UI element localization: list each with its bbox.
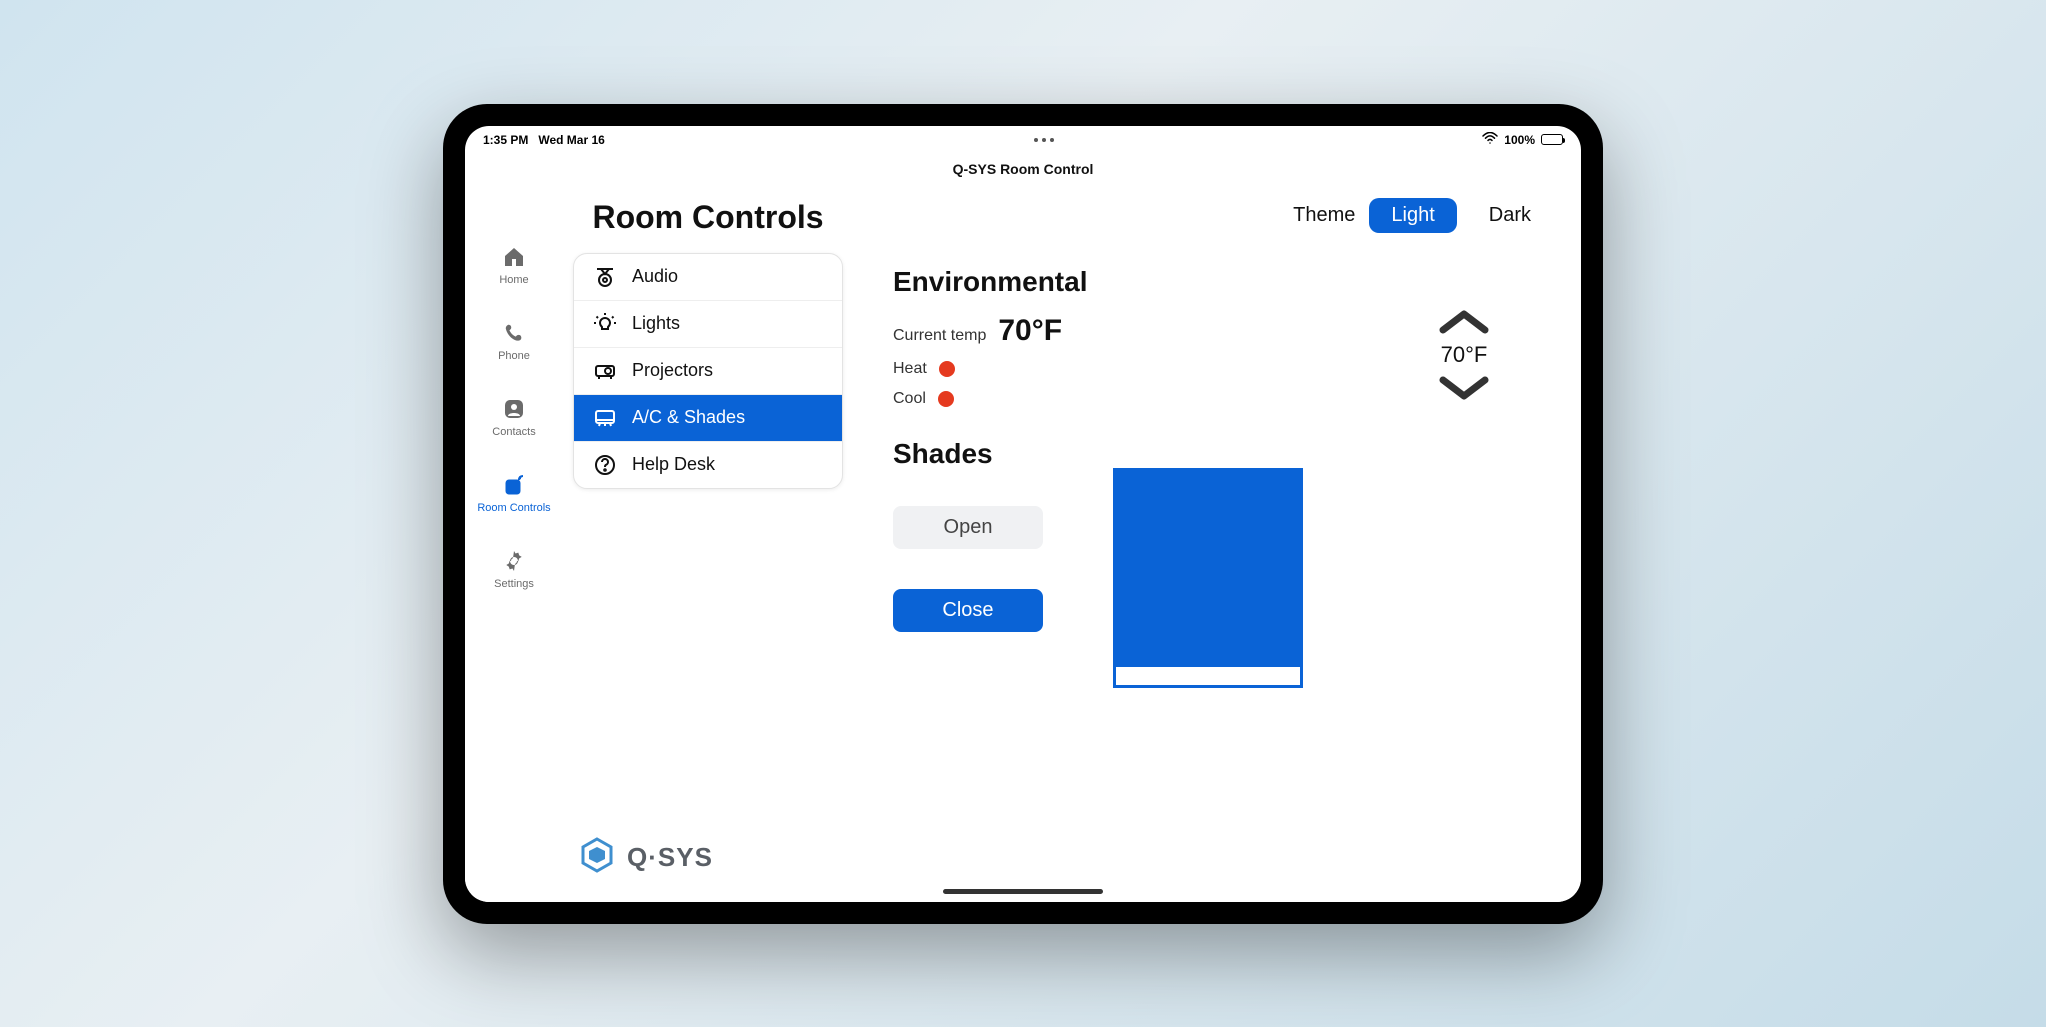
- menu-label: Projectors: [632, 360, 713, 381]
- environmental-section: Current temp 70°F Heat Cool: [893, 308, 1553, 408]
- menu-label: Lights: [632, 313, 680, 334]
- audio-icon: [592, 264, 618, 290]
- shades-fill: [1116, 471, 1300, 668]
- gear-icon: [501, 548, 527, 574]
- brand-name: Q·SYS: [627, 842, 713, 873]
- current-temp-label: Current temp: [893, 327, 986, 345]
- heat-label: Heat: [893, 360, 927, 378]
- nav-label: Settings: [494, 578, 534, 590]
- wifi-icon: [1482, 132, 1498, 147]
- nav-label: Phone: [498, 350, 530, 362]
- contacts-icon: [501, 396, 527, 422]
- panel-title: Room Controls: [573, 200, 843, 235]
- lights-icon: [592, 311, 618, 337]
- app-body: Home Phone Contacts: [465, 184, 1581, 902]
- brand-logo-icon: [577, 835, 617, 880]
- tablet-frame: 1:35 PM Wed Mar 16 100% Q-SYS Room Contr…: [443, 104, 1603, 924]
- multitask-dots[interactable]: [1034, 138, 1054, 142]
- cool-row[interactable]: Cool: [893, 390, 1062, 408]
- menu-help-desk[interactable]: Help Desk: [574, 442, 842, 488]
- temp-up-button[interactable]: [1435, 308, 1493, 336]
- controls-menu: Audio Lights Projectors: [573, 253, 843, 489]
- temp-down-button[interactable]: [1435, 374, 1493, 402]
- shades-open-button[interactable]: Open: [893, 506, 1043, 549]
- menu-label: Audio: [632, 266, 678, 287]
- panel-left: Room Controls Audio Lights: [563, 184, 853, 902]
- current-temp-value: 70°F: [998, 314, 1062, 348]
- heat-indicator: [939, 361, 955, 377]
- theme-light-button[interactable]: Light: [1369, 198, 1456, 233]
- shades-section: Open Close: [893, 498, 1553, 688]
- ac-shades-icon: [592, 405, 618, 431]
- battery-icon: [1541, 134, 1563, 145]
- cool-indicator: [938, 391, 954, 407]
- cool-label: Cool: [893, 390, 926, 408]
- nav-contacts[interactable]: Contacts: [474, 396, 554, 438]
- nav-phone[interactable]: Phone: [474, 320, 554, 362]
- nav-settings[interactable]: Settings: [474, 548, 554, 590]
- temp-stepper: 70°F: [1435, 308, 1493, 402]
- brand: Q·SYS: [573, 825, 843, 888]
- status-bar: 1:35 PM Wed Mar 16 100%: [465, 126, 1581, 154]
- side-nav: Home Phone Contacts: [465, 184, 563, 902]
- menu-audio[interactable]: Audio: [574, 254, 842, 301]
- shades-visual[interactable]: [1113, 468, 1303, 688]
- environmental-title: Environmental: [893, 266, 1553, 298]
- status-date: Wed Mar 16: [538, 133, 604, 147]
- heat-row[interactable]: Heat: [893, 360, 1062, 378]
- help-icon: [592, 452, 618, 478]
- nav-home[interactable]: Home: [474, 244, 554, 286]
- menu-label: Help Desk: [632, 454, 715, 475]
- room-controls-icon: [501, 472, 527, 498]
- nav-label: Contacts: [492, 426, 535, 438]
- phone-icon: [501, 320, 527, 346]
- menu-label: A/C & Shades: [632, 407, 745, 428]
- nav-label: Room Controls: [477, 502, 550, 514]
- theme-label: Theme: [1293, 204, 1355, 227]
- projector-icon: [592, 358, 618, 384]
- theme-switcher: Theme Light Dark: [893, 196, 1553, 236]
- theme-dark-button[interactable]: Dark: [1467, 198, 1553, 233]
- home-indicator[interactable]: [943, 889, 1103, 894]
- shades-title: Shades: [893, 438, 1553, 470]
- app-title: Q-SYS Room Control: [465, 154, 1581, 184]
- home-icon: [501, 244, 527, 270]
- shades-close-button[interactable]: Close: [893, 589, 1043, 632]
- status-time: 1:35 PM: [483, 133, 528, 147]
- menu-projectors[interactable]: Projectors: [574, 348, 842, 395]
- nav-label: Home: [499, 274, 528, 286]
- menu-ac-shades[interactable]: A/C & Shades: [574, 395, 842, 442]
- temp-setpoint: 70°F: [1441, 342, 1488, 368]
- battery-percent: 100%: [1504, 133, 1535, 147]
- nav-room-controls[interactable]: Room Controls: [474, 472, 554, 514]
- panel-main: Theme Light Dark Environmental Current t…: [853, 184, 1581, 902]
- screen: 1:35 PM Wed Mar 16 100% Q-SYS Room Contr…: [465, 126, 1581, 902]
- menu-lights[interactable]: Lights: [574, 301, 842, 348]
